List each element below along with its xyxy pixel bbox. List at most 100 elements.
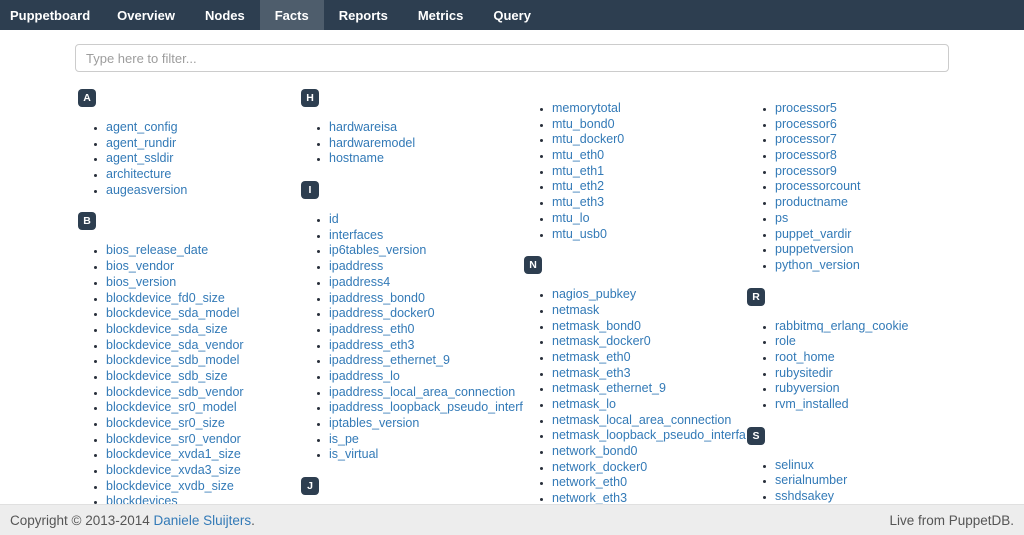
fact-link[interactable]: blockdevice_xvda3_size xyxy=(106,463,241,477)
fact-link[interactable]: bios_version xyxy=(106,275,176,289)
nav-item-overview[interactable]: Overview xyxy=(102,0,190,30)
fact-link[interactable]: ipaddress4 xyxy=(329,275,390,289)
fact-link[interactable]: agent_ssldir xyxy=(106,151,173,165)
fact-link[interactable]: root_home xyxy=(775,350,835,364)
navbar: Puppetboard OverviewNodesFactsReportsMet… xyxy=(0,0,1024,30)
fact-link[interactable]: python_version xyxy=(775,258,860,272)
fact-link[interactable]: netmask_eth3 xyxy=(552,366,631,380)
fact-link[interactable]: blockdevice_sr0_size xyxy=(106,416,225,430)
filter-input[interactable] xyxy=(75,44,949,72)
fact-link[interactable]: processor8 xyxy=(775,148,837,162)
fact-link[interactable]: netmask_ethernet_9 xyxy=(552,381,666,395)
fact-link[interactable]: mtu_lo xyxy=(552,211,590,225)
fact-link[interactable]: ipaddress_loopback_pseudo_interf xyxy=(329,400,523,414)
fact-link[interactable]: ipaddress_docker0 xyxy=(329,306,435,320)
fact-link[interactable]: rubysitedir xyxy=(775,366,833,380)
fact-link[interactable]: rvm_installed xyxy=(775,397,849,411)
fact-link[interactable]: puppetversion xyxy=(775,242,854,256)
fact-link[interactable]: hardwareisa xyxy=(329,120,397,134)
fact-link[interactable]: ps xyxy=(775,211,788,225)
fact-link[interactable]: hardwaremodel xyxy=(329,136,415,150)
fact-link[interactable]: blockdevice_sr0_vendor xyxy=(106,432,241,446)
author-link[interactable]: Daniele Sluijters xyxy=(154,513,252,528)
nav-item-facts[interactable]: Facts xyxy=(260,0,324,30)
fact-link[interactable]: selinux xyxy=(775,458,814,472)
fact-link[interactable]: ipaddress_ethernet_9 xyxy=(329,353,450,367)
fact-link[interactable]: mtu_docker0 xyxy=(552,132,624,146)
fact-link[interactable]: iptables_version xyxy=(329,416,419,430)
fact-link[interactable]: agent_rundir xyxy=(106,136,176,150)
fact-link[interactable]: ipaddress_lo xyxy=(329,369,400,383)
fact-link[interactable]: ipaddress xyxy=(329,259,383,273)
fact-link[interactable]: is_virtual xyxy=(329,447,378,461)
fact-link[interactable]: blockdevices xyxy=(106,494,178,504)
fact-list-item: root_home xyxy=(775,350,970,366)
fact-link[interactable]: netmask_loopback_pseudo_interfa xyxy=(552,428,746,442)
fact-link[interactable]: architecture xyxy=(106,167,171,181)
nav-item-query[interactable]: Query xyxy=(478,0,546,30)
fact-link[interactable]: netmask_eth0 xyxy=(552,350,631,364)
fact-link[interactable]: network_eth0 xyxy=(552,475,627,489)
fact-link[interactable]: agent_config xyxy=(106,120,178,134)
fact-link[interactable]: netmask_lo xyxy=(552,397,616,411)
fact-link[interactable]: netmask_local_area_connection xyxy=(552,413,731,427)
fact-link[interactable]: rabbitmq_erlang_cookie xyxy=(775,319,908,333)
fact-link[interactable]: blockdevice_sdb_vendor xyxy=(106,385,244,399)
fact-link[interactable]: mtu_usb0 xyxy=(552,227,607,241)
fact-link[interactable]: netmask_bond0 xyxy=(552,319,641,333)
fact-link[interactable]: nagios_pubkey xyxy=(552,287,636,301)
fact-link[interactable]: processor5 xyxy=(775,101,837,115)
fact-link[interactable]: processorcount xyxy=(775,179,860,193)
fact-list-item: puppet_vardir xyxy=(775,227,970,243)
fact-link[interactable]: productname xyxy=(775,195,848,209)
navbar-items: OverviewNodesFactsReportsMetricsQuery xyxy=(102,0,546,30)
fact-link[interactable]: serialnumber xyxy=(775,473,847,487)
fact-link[interactable]: network_bond0 xyxy=(552,444,637,458)
fact-link[interactable]: blockdevice_fd0_size xyxy=(106,291,225,305)
fact-link[interactable]: blockdevice_sdb_model xyxy=(106,353,239,367)
fact-link[interactable]: ipaddress_bond0 xyxy=(329,291,425,305)
fact-link[interactable]: netmask_docker0 xyxy=(552,334,651,348)
fact-list-item: processor7 xyxy=(775,132,970,148)
fact-link[interactable]: ipaddress_local_area_connection xyxy=(329,385,515,399)
fact-link[interactable]: blockdevice_xvda1_size xyxy=(106,447,241,461)
fact-link[interactable]: rubyversion xyxy=(775,381,840,395)
fact-link[interactable]: blockdevice_sda_model xyxy=(106,306,239,320)
navbar-brand[interactable]: Puppetboard xyxy=(0,0,102,30)
fact-link[interactable]: mtu_eth2 xyxy=(552,179,604,193)
fact-link[interactable]: is_pe xyxy=(329,432,359,446)
fact-link[interactable]: mtu_eth3 xyxy=(552,195,604,209)
fact-link[interactable]: sshdsakey xyxy=(775,489,834,503)
fact-link[interactable]: processor9 xyxy=(775,164,837,178)
fact-link[interactable]: processor7 xyxy=(775,132,837,146)
fact-link[interactable]: role xyxy=(775,334,796,348)
fact-link[interactable]: mtu_bond0 xyxy=(552,117,615,131)
fact-link[interactable]: ip6tables_version xyxy=(329,243,426,257)
fact-link[interactable]: mtu_eth1 xyxy=(552,164,604,178)
fact-link[interactable]: processor6 xyxy=(775,117,837,131)
fact-link[interactable]: blockdevice_sr0_model xyxy=(106,400,237,414)
fact-link[interactable]: ipaddress_eth3 xyxy=(329,338,414,352)
fact-link[interactable]: bios_release_date xyxy=(106,243,208,257)
fact-link[interactable]: blockdevice_sda_size xyxy=(106,322,228,336)
fact-link[interactable]: network_eth3 xyxy=(552,491,627,504)
fact-link[interactable]: ipaddress_eth0 xyxy=(329,322,414,336)
fact-link[interactable]: augeasversion xyxy=(106,183,187,197)
fact-link[interactable]: memorytotal xyxy=(552,101,621,115)
fact-link[interactable]: mtu_eth0 xyxy=(552,148,604,162)
fact-link[interactable]: blockdevice_xvdb_size xyxy=(106,479,234,493)
fact-list-item: iptables_version xyxy=(329,416,524,432)
fact-link[interactable]: id xyxy=(329,212,339,226)
nav-item-reports[interactable]: Reports xyxy=(324,0,403,30)
nav-item-nodes[interactable]: Nodes xyxy=(190,0,260,30)
fact-link[interactable]: network_docker0 xyxy=(552,460,647,474)
fact-link[interactable]: bios_vendor xyxy=(106,259,174,273)
fact-link[interactable]: hostname xyxy=(329,151,384,165)
nav-item-metrics[interactable]: Metrics xyxy=(403,0,479,30)
fact-link[interactable]: netmask xyxy=(552,303,599,317)
fact-link[interactable]: interfaces xyxy=(329,228,383,242)
fact-link[interactable]: puppet_vardir xyxy=(775,227,851,241)
footer-status: Live from PuppetDB. xyxy=(889,513,1014,528)
fact-link[interactable]: blockdevice_sda_vendor xyxy=(106,338,244,352)
fact-link[interactable]: blockdevice_sdb_size xyxy=(106,369,228,383)
